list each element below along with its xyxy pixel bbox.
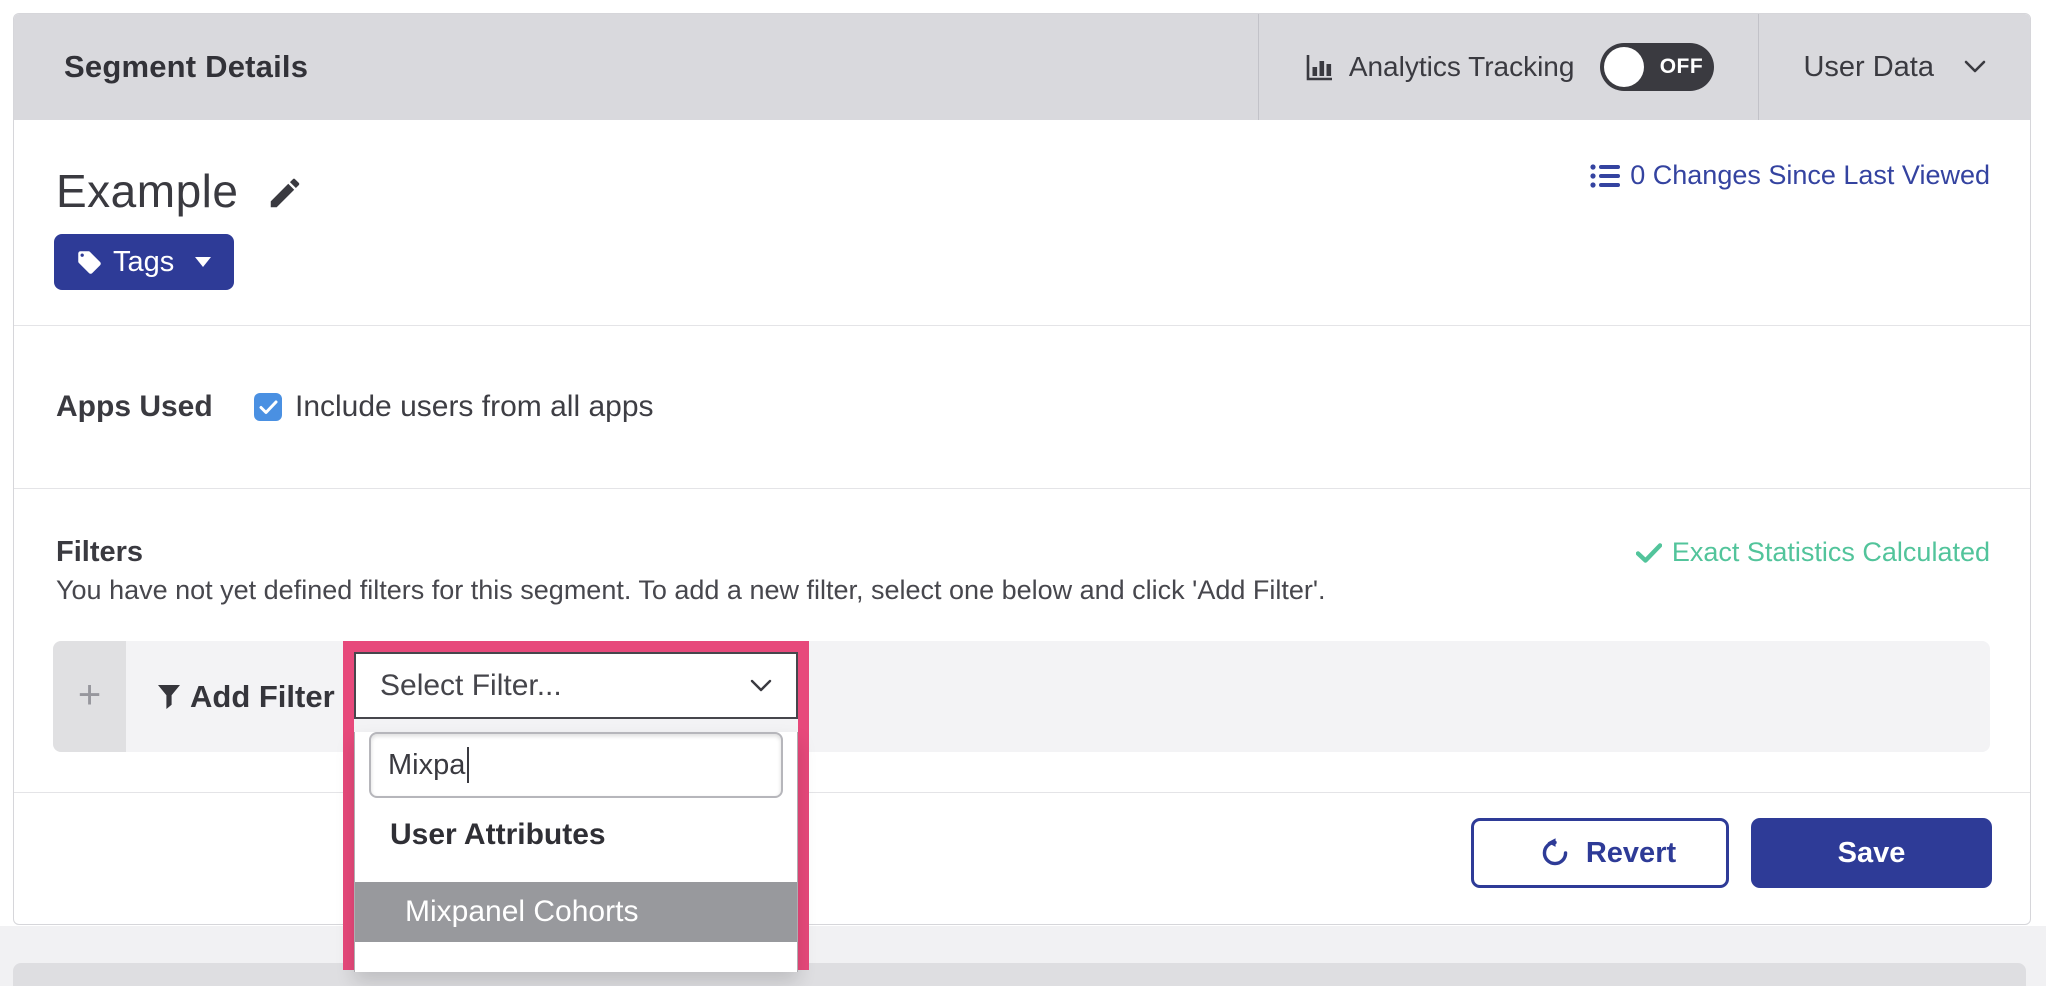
section-divider [14,792,2030,793]
next-section-header-edge [13,963,2026,986]
filter-dropdown-panel: Mixpa User Attributes Mixpanel Cohorts [354,732,798,972]
filter-search-input[interactable]: Mixpa [369,732,783,798]
save-button[interactable]: Save [1751,818,1992,888]
card-header: Segment Details Analytics Tracking [14,14,2030,120]
filters-heading-row: Filters Exact Statistics Calculated [56,536,1990,569]
section-divider [14,325,2030,326]
analytics-tracking-label: Analytics Tracking [1349,51,1575,83]
section-divider [14,488,2030,489]
chevron-down-icon [1964,60,1986,74]
filter-funnel-icon [157,684,181,710]
save-button-label: Save [1838,837,1906,870]
filter-search-value: Mixpa [388,749,465,782]
segment-details-card: Segment Details Analytics Tracking [13,13,2031,925]
chevron-down-icon [750,679,772,692]
annotation-highlight-box: Select Filter... Mixpa User Attributes M… [343,641,809,970]
footer-actions: Revert Save [1471,818,1992,888]
user-data-label: User Data [1803,51,1934,84]
segment-name-row: Example [56,164,304,218]
add-filter-plus-button[interactable]: + [53,641,126,752]
changes-since-last-viewed-link[interactable]: 0 Changes Since Last Viewed [1590,160,1990,191]
filter-select[interactable]: Select Filter... [354,652,798,719]
plus-icon: + [78,675,101,715]
include-all-apps-checkbox[interactable] [254,393,282,421]
list-icon [1590,163,1620,189]
exact-statistics-label: Exact Statistics Calculated [1672,537,1990,568]
edit-pencil-icon[interactable] [266,174,304,212]
toggle-knob [1604,47,1644,87]
analytics-tracking-section: Analytics Tracking OFF [1258,14,1759,120]
exact-statistics-status: Exact Statistics Calculated [1636,537,1990,568]
bar-chart-icon [1303,51,1335,83]
text-cursor [467,747,469,783]
page-title: Segment Details [64,49,308,85]
tags-button-label: Tags [113,246,174,279]
filters-section-label: Filters [56,536,143,569]
add-filter-label: Add Filter [190,679,335,715]
dropdown-option-mixpanel-cohorts[interactable]: Mixpanel Cohorts [355,882,797,942]
revert-button-label: Revert [1586,837,1676,870]
tag-icon [76,249,103,276]
filter-select-value: Select Filter... [380,669,562,703]
check-icon [1636,543,1662,563]
apps-used-label: Apps Used [56,390,254,424]
revert-button[interactable]: Revert [1471,818,1729,888]
user-data-menu[interactable]: User Data [1758,14,2030,120]
undo-icon [1540,838,1570,868]
dropdown-group-header: User Attributes [355,818,797,852]
header-right-group: Analytics Tracking OFF User Data [1258,14,2030,120]
analytics-tracking-toggle[interactable]: OFF [1600,43,1714,91]
segment-name: Example [56,164,238,218]
segment-details-page: Segment Details Analytics Tracking [0,0,2046,986]
toggle-state-label: OFF [1652,43,1710,91]
tags-button[interactable]: Tags [54,234,234,290]
apps-used-row: Apps Used Include users from all apps [56,390,654,424]
filters-empty-message: You have not yet defined filters for thi… [56,575,1326,606]
changes-link-label: 0 Changes Since Last Viewed [1630,160,1990,191]
include-all-apps-label: Include users from all apps [295,390,654,424]
caret-down-icon [194,256,212,268]
